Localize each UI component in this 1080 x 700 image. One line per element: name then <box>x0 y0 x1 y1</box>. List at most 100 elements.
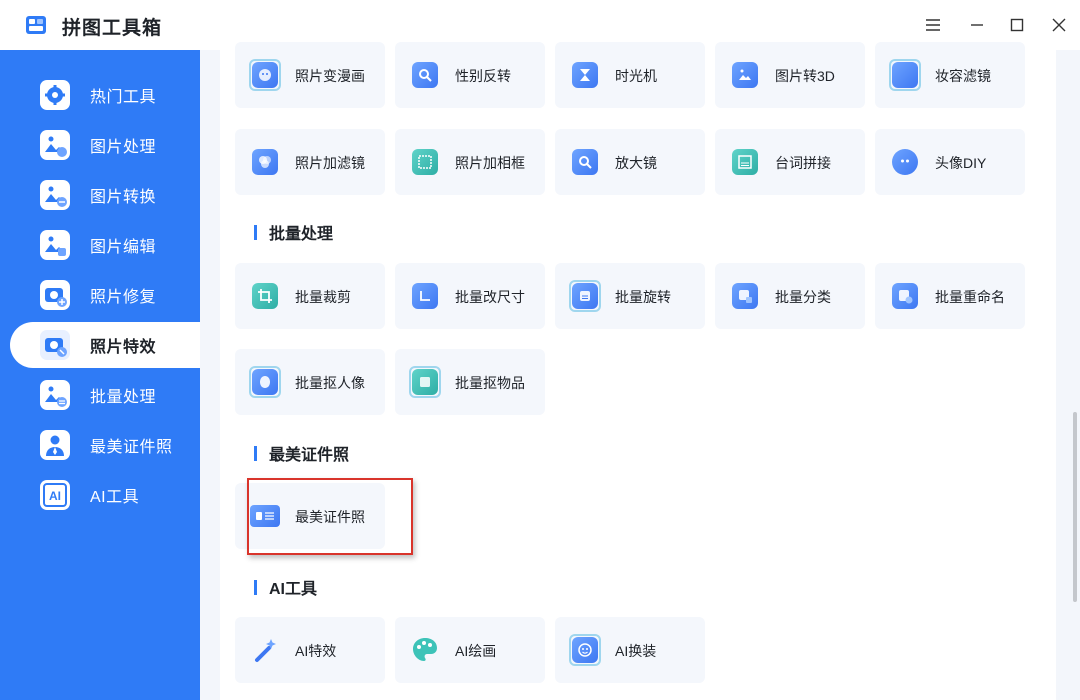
avatar-diy-icon <box>889 146 921 178</box>
subtitle-stitch-icon <box>729 146 761 178</box>
sidebar-item-photo-repair[interactable]: 照片修复 <box>10 272 200 318</box>
sidebar-item-id-photo[interactable]: 最美证件照 <box>10 422 200 468</box>
cutout-person-icon <box>249 366 281 398</box>
tool-label: 批量旋转 <box>615 289 671 305</box>
gender-swap-icon <box>409 59 441 91</box>
close-icon <box>1052 18 1066 32</box>
tool-card-batch-rotate[interactable]: 批量旋转 <box>555 263 705 329</box>
tool-label: 台词拼接 <box>775 155 831 171</box>
palette-icon <box>409 634 441 666</box>
comic-icon <box>249 59 281 91</box>
tool-card-batch-rename[interactable]: 批量重命名 <box>875 263 1025 329</box>
tool-card-batch-cutout-person[interactable]: 批量抠人像 <box>235 349 385 415</box>
tool-card-avatar-diy[interactable]: 头像DIY <box>875 129 1025 195</box>
tool-label: AI换装 <box>615 643 657 659</box>
sidebar-item-label: 照片修复 <box>90 289 157 306</box>
tool-card-batch-cutout-object[interactable]: 批量抠物品 <box>395 349 545 415</box>
maximize-button[interactable] <box>1004 12 1030 38</box>
tool-label: 批量抠物品 <box>455 375 525 391</box>
tool-card-magnifier[interactable]: 放大镜 <box>555 129 705 195</box>
tool-card-photo-to-comic[interactable]: 照片变漫画 <box>235 42 385 108</box>
tool-card-photo-filter[interactable]: 照片加滤镜 <box>235 129 385 195</box>
close-button[interactable] <box>1046 12 1072 38</box>
main-content: 照片变漫画 性别反转 时光机 图片转3D 妆容滤镜 照片加滤镜 照片加相框 放大… <box>200 42 1080 700</box>
tool-card-subtitle-stitch[interactable]: 台词拼接 <box>715 129 865 195</box>
tool-card-photo-frame[interactable]: 照片加相框 <box>395 129 545 195</box>
crop-icon <box>249 280 281 312</box>
sidebar-item-batch-process[interactable]: 批量处理 <box>10 372 200 418</box>
magnifier-icon <box>569 146 601 178</box>
sidebar-item-label: 批量处理 <box>90 389 157 406</box>
section-title-batch: 批量处理 <box>254 220 333 244</box>
maximize-icon <box>1010 18 1024 32</box>
tool-label: 放大镜 <box>615 155 657 171</box>
resize-icon <box>409 280 441 312</box>
tool-card-makeup-filter[interactable]: 妆容滤镜 <box>875 42 1025 108</box>
classify-icon <box>729 280 761 312</box>
tool-label: AI特效 <box>295 643 337 659</box>
tool-label: 批量改尺寸 <box>455 289 525 305</box>
tool-card-ai-outfit[interactable]: AI换装 <box>555 617 705 683</box>
cutout-object-icon <box>409 366 441 398</box>
tool-label: 图片转3D <box>775 68 835 84</box>
tool-card-batch-resize[interactable]: 批量改尺寸 <box>395 263 545 329</box>
sidebar-item-image-process[interactable]: 图片处理 <box>10 122 200 168</box>
image-3d-icon <box>729 59 761 91</box>
makeup-filter-icon <box>889 59 921 91</box>
filter-icon <box>249 146 281 178</box>
batch-process-icon <box>40 380 70 410</box>
tool-label: 批量抠人像 <box>295 375 365 391</box>
tools-panel: 照片变漫画 性别反转 时光机 图片转3D 妆容滤镜 照片加滤镜 照片加相框 放大… <box>220 42 1056 700</box>
minimize-button[interactable] <box>964 12 990 38</box>
outfit-icon <box>569 634 601 666</box>
tool-card-ai-effect[interactable]: AI特效 <box>235 617 385 683</box>
tool-label: 批量重命名 <box>935 289 1005 305</box>
sidebar-item-image-convert[interactable]: 图片转换 <box>10 172 200 218</box>
section-title-text: AI工具 <box>269 581 318 598</box>
sidebar-item-label: AI工具 <box>90 489 140 506</box>
tool-label: 照片加滤镜 <box>295 155 365 171</box>
hourglass-icon <box>569 59 601 91</box>
sidebar-item-label: 图片转换 <box>90 189 157 206</box>
app-logo-icon <box>26 16 46 34</box>
tool-label: 最美证件照 <box>295 509 365 525</box>
sidebar-item-ai-tools[interactable]: AI AI工具 <box>10 472 200 518</box>
section-marker <box>254 579 257 595</box>
menu-icon <box>926 19 940 31</box>
tool-label: 性别反转 <box>455 68 511 84</box>
section-marker <box>254 445 257 461</box>
sidebar-item-label: 照片特效 <box>90 339 157 356</box>
image-edit-icon <box>40 230 70 260</box>
rotate-icon <box>569 280 601 312</box>
gear-icon <box>40 80 70 110</box>
id-card-icon <box>249 500 281 532</box>
sidebar-item-image-edit[interactable]: 图片编辑 <box>10 222 200 268</box>
tool-card-batch-classify[interactable]: 批量分类 <box>715 263 865 329</box>
section-title-text: 批量处理 <box>269 226 334 243</box>
scrollbar[interactable] <box>1071 50 1080 700</box>
rename-icon <box>889 280 921 312</box>
sidebar-item-label: 图片处理 <box>90 139 157 156</box>
tool-label: 照片加相框 <box>455 155 525 171</box>
tool-label: 照片变漫画 <box>295 68 365 84</box>
sidebar-item-label: 最美证件照 <box>90 439 173 456</box>
tool-card-time-machine[interactable]: 时光机 <box>555 42 705 108</box>
ai-icon: AI <box>40 480 70 510</box>
menu-button[interactable] <box>920 12 946 38</box>
sidebar-item-label: 图片编辑 <box>90 239 157 256</box>
tool-label: 时光机 <box>615 68 657 84</box>
tool-card-gender-swap[interactable]: 性别反转 <box>395 42 545 108</box>
tool-card-id-photo[interactable]: 最美证件照 <box>235 483 385 549</box>
tool-card-ai-painting[interactable]: AI绘画 <box>395 617 545 683</box>
sidebar-item-photo-effect[interactable]: 照片特效 <box>10 322 200 368</box>
image-process-icon <box>40 130 70 160</box>
svg-text:AI: AI <box>49 489 61 503</box>
section-title-text: 最美证件照 <box>269 447 350 464</box>
scrollbar-thumb[interactable] <box>1073 412 1077 602</box>
tool-card-image-to-3d[interactable]: 图片转3D <box>715 42 865 108</box>
frame-icon <box>409 146 441 178</box>
tool-card-batch-crop[interactable]: 批量裁剪 <box>235 263 385 329</box>
app-title: 拼图工具箱 <box>62 18 163 39</box>
photo-repair-icon <box>40 280 70 310</box>
sidebar-item-hot-tools[interactable]: 热门工具 <box>10 72 200 118</box>
